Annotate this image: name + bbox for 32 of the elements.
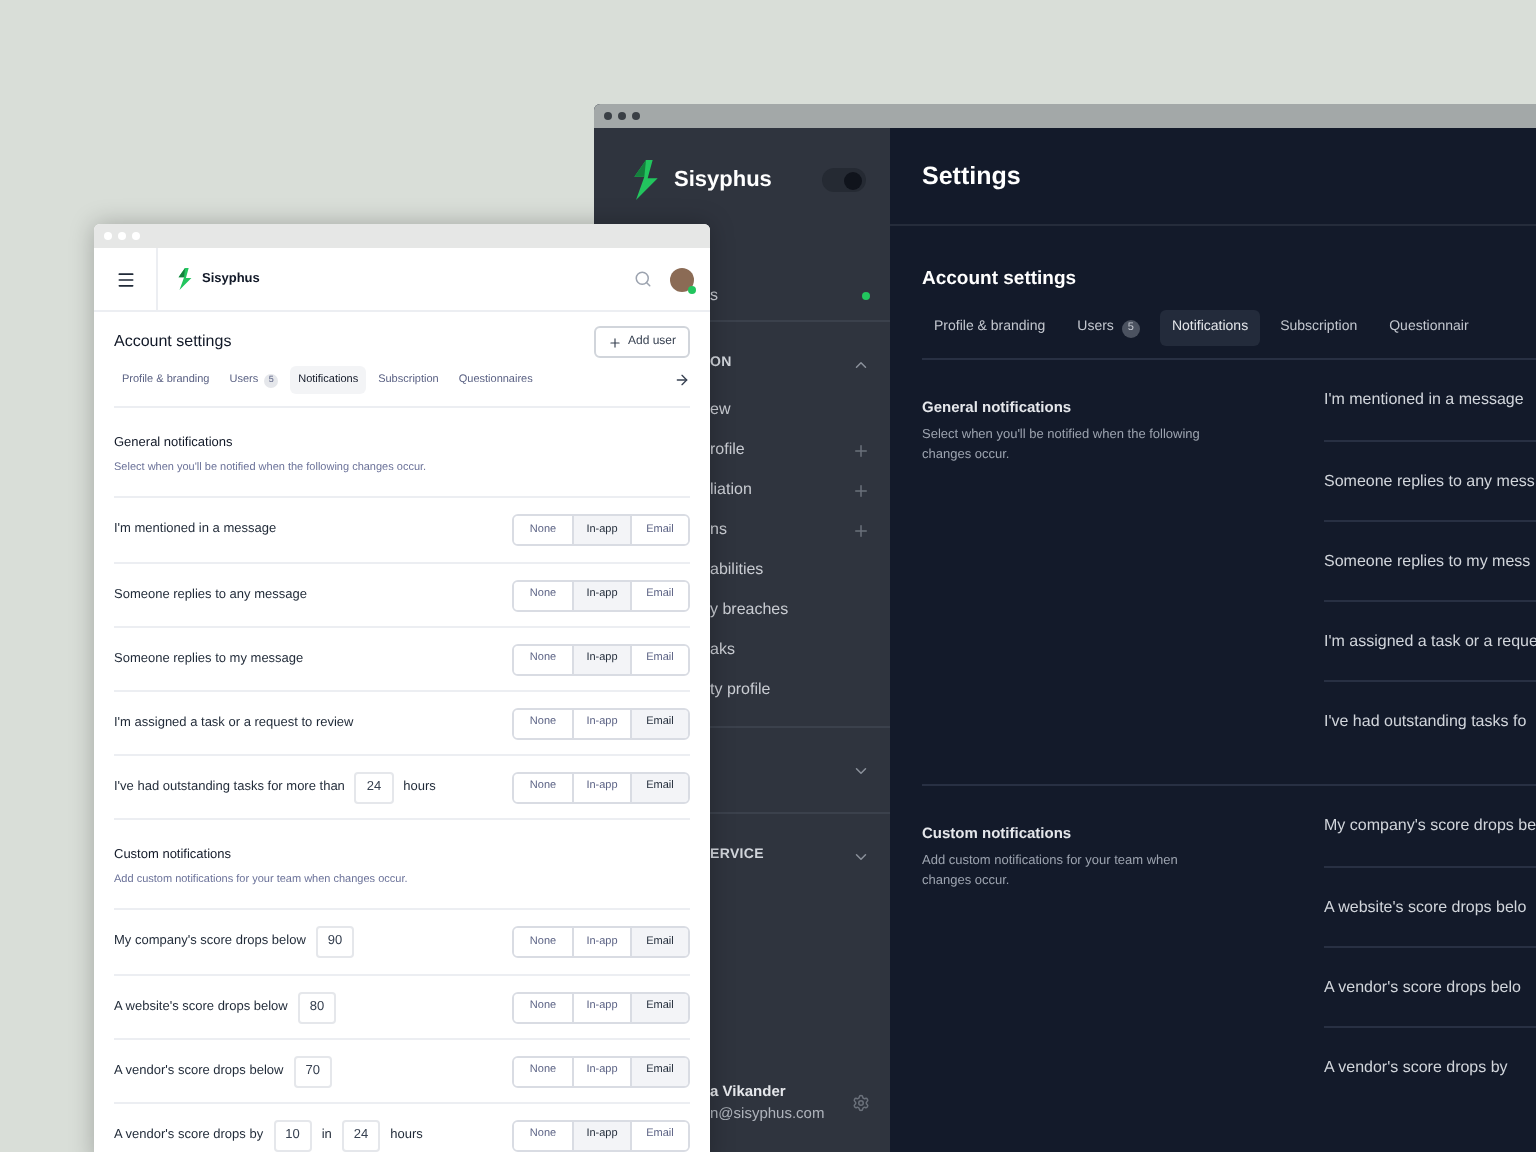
account-settings-heading: Account settings (114, 330, 232, 354)
notification-label: My company's score drops be (1324, 814, 1536, 839)
sidebar-item[interactable]: abilities (710, 558, 764, 582)
theme-toggle[interactable] (822, 168, 866, 192)
logo-icon (174, 268, 196, 290)
page-title: Settings (922, 159, 1021, 194)
sidebar-item[interactable]: rofile (710, 438, 745, 462)
notification-label: A vendor's score drops belo (1324, 975, 1521, 1000)
plus-icon (607, 335, 622, 349)
notification-label: I'm mentioned in a message (1324, 388, 1524, 413)
search-icon[interactable] (634, 270, 652, 288)
menu-icon[interactable] (115, 269, 135, 289)
sidebar-item[interactable]: s (710, 284, 718, 308)
settings-icon[interactable] (852, 1093, 870, 1112)
sidebar-item[interactable]: ew (710, 398, 731, 422)
sidebar-item[interactable]: aks (710, 638, 735, 662)
plus-icon[interactable] (852, 481, 870, 499)
sidebar-item[interactable]: ns (710, 518, 727, 542)
notification-label: I've had outstanding tasks fo (1324, 709, 1527, 734)
notification-label: Someone replies to my mess (1324, 549, 1531, 574)
brand-name: Sisyphus (674, 165, 772, 196)
account-settings-heading: Account settings (922, 266, 1079, 294)
arrow-right-icon[interactable] (674, 372, 690, 388)
notification-label: A vendor's score drops by (1324, 1055, 1508, 1080)
notification-label: A website's score drops belo (1324, 895, 1527, 920)
sidebar-item[interactable]: liation (710, 478, 752, 502)
plus-icon[interactable] (852, 521, 870, 539)
avatar[interactable] (670, 267, 694, 291)
plus-icon[interactable] (852, 441, 870, 459)
notification-label: Someone replies to any mess (1324, 469, 1535, 494)
sidebar-item[interactable]: y breaches (710, 598, 789, 622)
sidebar-item[interactable]: ty profile (710, 678, 771, 702)
